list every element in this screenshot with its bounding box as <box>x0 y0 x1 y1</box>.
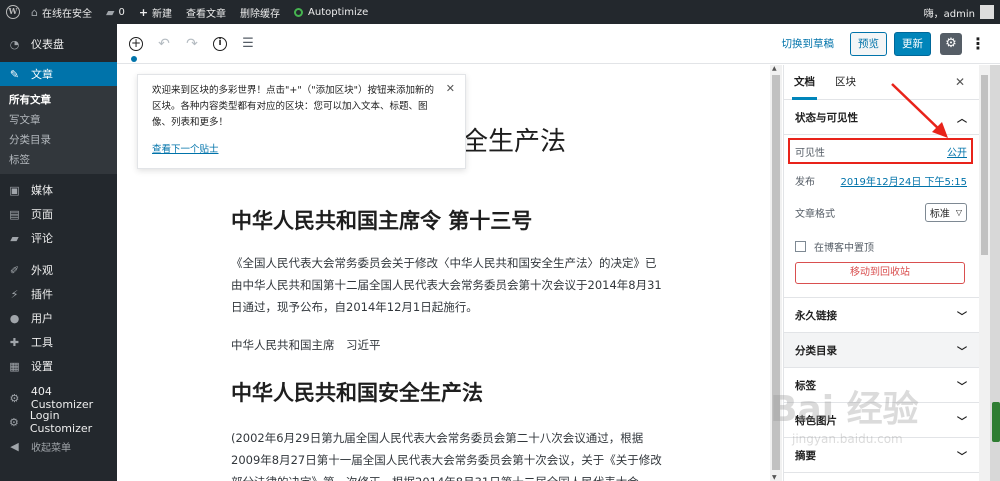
outline-button[interactable]: ☰ <box>236 32 260 56</box>
posts-submenu: 所有文章 写文章 分类目录 标签 <box>0 86 117 174</box>
scroll-up-icon[interactable]: ▲ <box>772 65 777 72</box>
menu-404-customizer[interactable]: ⚙ 404 Customizer <box>0 385 117 411</box>
list-icon: ☰ <box>242 36 254 51</box>
menu-tools[interactable]: ✚ 工具 <box>0 330 117 354</box>
preview-button[interactable]: 预览 <box>850 31 887 56</box>
chevron-down-icon: ﹀ <box>957 346 967 358</box>
watermark-url: jingyan.baidu.com <box>792 432 903 446</box>
more-menu-icon[interactable]: ⋮ <box>970 34 986 53</box>
redo-button[interactable]: ↷ <box>180 32 204 56</box>
add-block-button[interactable]: + <box>124 32 148 56</box>
plus-circle-icon: + <box>129 35 143 51</box>
gear-icon: ⚙ <box>9 391 20 405</box>
wordpress-logo-icon[interactable]: W <box>2 0 24 24</box>
menu-login-customizer[interactable]: ⚙ Login Customizer <box>0 409 117 435</box>
plugin-icon: ⚡ <box>10 287 19 301</box>
menu-settings[interactable]: ▦ 设置 <box>0 354 117 378</box>
avatar <box>980 5 994 19</box>
switch-to-draft-link[interactable]: 切换到草稿 <box>782 36 835 51</box>
publish-row: 发布 2019年12月24日 下午5:15 <box>795 173 967 188</box>
brush-icon: ✐ <box>9 263 20 277</box>
sticky-checkbox[interactable] <box>795 241 806 252</box>
comments-link[interactable]: ▰ 0 <box>99 0 132 24</box>
undo-icon: ↶ <box>158 35 170 52</box>
menu-comments[interactable]: ▰ 评论 <box>0 226 117 250</box>
chevron-down-icon: ▽ <box>955 208 962 217</box>
tip-text: 欢迎来到区块的多彩世界！点击"+"（"添加区块"）按钮来添加新的区块。各种内容类… <box>152 85 434 128</box>
new-content-link[interactable]: + 新建 <box>132 0 179 24</box>
move-to-trash-button[interactable]: 移动到回收站 <box>795 262 965 284</box>
home-icon: ⌂ <box>31 5 38 19</box>
sidebar-scrollbar[interactable] <box>979 65 990 481</box>
panel-categories[interactable]: 分类目录 ﹀ <box>784 333 979 368</box>
format-row: 文章格式 标准 ▽ <box>795 203 967 222</box>
paragraph-block[interactable]: 《全国人民代表大会常务委员会关于修改〈中华人民共和国安全生产法〉的决定》已由中华… <box>231 252 663 318</box>
undo-button[interactable]: ↶ <box>152 32 176 56</box>
admin-bar: W ⌂ 在线在安全 ▰ 0 + 新建 查看文章 删除缓存 Autoptimize 嗨，… <box>0 0 1000 24</box>
redo-icon: ↷ <box>186 35 198 52</box>
next-tip-link[interactable]: 查看下一个贴士 <box>152 141 219 155</box>
submenu-categories[interactable]: 分类目录 <box>0 130 117 150</box>
collapse-icon: ◀ <box>10 439 19 453</box>
dashboard-icon: ◔ <box>9 37 20 51</box>
menu-users[interactable]: ● 用户 <box>0 306 117 330</box>
chevron-down-icon: ﹀ <box>957 311 967 323</box>
gear-icon: ⚙ <box>945 36 957 51</box>
submenu-tags[interactable]: 标签 <box>0 150 117 170</box>
submenu-write[interactable]: 写文章 <box>0 110 117 130</box>
editor-toolbar: + ↶ ↷ i ☰ 切换到草稿 预览 更新 ⚙ ⋮ <box>117 24 1000 64</box>
settings-toggle-button[interactable]: ⚙ <box>940 32 962 55</box>
publish-date-toggle[interactable]: 2019年12月24日 下午5:15 <box>840 173 967 188</box>
update-button[interactable]: 更新 <box>894 31 931 56</box>
menu-pages[interactable]: ▤ 页面 <box>0 202 117 226</box>
gear-icon: ⚙ <box>9 415 19 429</box>
paragraph-block[interactable]: (2002年6月29日第九届全国人民代表大会常务委员会第二十八次会议通过，根据2… <box>231 427 663 481</box>
heading-block[interactable]: 中华人民共和国安全生产法 <box>231 377 483 407</box>
media-icon: ▣ <box>9 183 20 197</box>
post-title[interactable]: 全生产法 <box>462 121 566 158</box>
clear-cache-link[interactable]: 删除缓存 <box>233 0 287 24</box>
settings-icon: ▦ <box>9 359 20 373</box>
indicator-dot <box>131 56 137 62</box>
status-dot-icon <box>294 7 304 17</box>
menu-appearance[interactable]: ✐ 外观 <box>0 258 117 282</box>
menu-plugins[interactable]: ⚡ 插件 <box>0 282 117 306</box>
comment-icon: ▰ <box>105 5 115 19</box>
account-menu[interactable]: 嗨，admin <box>917 0 1000 24</box>
collapse-menu-button[interactable]: ◀ 收起菜单 <box>0 434 117 458</box>
annotation-arrow <box>891 83 948 138</box>
tab-block[interactable]: 区块 <box>825 65 866 100</box>
site-name-link[interactable]: ⌂ 在线在安全 <box>24 0 99 24</box>
autoptimize-link[interactable]: Autoptimize <box>287 0 375 24</box>
watermark-logo: Bai 经验 jingyan.baidu.com <box>770 370 980 460</box>
wrench-icon: ✚ <box>9 335 20 349</box>
info-icon: i <box>213 36 227 51</box>
paragraph-block[interactable]: 中华人民共和国主席 习近平 <box>231 334 663 356</box>
comment-icon: ▰ <box>10 231 19 245</box>
sticky-row: 在博客中置顶 <box>795 239 967 254</box>
user-icon: ● <box>9 311 20 325</box>
submenu-all-posts[interactable]: 所有文章 <box>0 90 117 110</box>
post-format-select[interactable]: 标准 ▽ <box>924 203 967 222</box>
pin-icon: ✎ <box>9 67 20 81</box>
info-button[interactable]: i <box>208 32 232 56</box>
watermark-text: Bai 经验 <box>770 389 919 430</box>
scroll-down-icon[interactable]: ▼ <box>772 474 777 481</box>
menu-dashboard[interactable]: ◔ 仪表盘 <box>0 32 117 56</box>
plus-icon: + <box>138 5 149 19</box>
arrow-shaft <box>891 83 943 133</box>
tab-document[interactable]: 文档 <box>784 65 825 100</box>
scrollbar-thumb[interactable] <box>981 75 988 255</box>
panel-permalink[interactable]: 永久链接 ﹀ <box>784 298 979 333</box>
menu-posts[interactable]: ✎ 文章 <box>0 62 117 86</box>
status-panel-body: 可见性 公开 发布 2019年12月24日 下午5:15 文章格式 标准 ▽ 在博客中置… <box>784 135 979 298</box>
close-icon[interactable]: ✕ <box>446 82 455 95</box>
page-icon: ▤ <box>9 207 20 221</box>
heading-block[interactable]: 中华人民共和国主席令 第十三号 <box>231 205 532 235</box>
side-widget-tab[interactable] <box>992 402 1000 442</box>
tip-popover: 欢迎来到区块的多彩世界！点击"+"（"添加区块"）按钮来添加新的区块。各种内容类… <box>137 74 466 169</box>
menu-media[interactable]: ▣ 媒体 <box>0 178 117 202</box>
view-post-link[interactable]: 查看文章 <box>179 0 233 24</box>
admin-sidebar: ◔ 仪表盘 ✎ 文章 所有文章 写文章 分类目录 标签 ▣ 媒体 ▤ 页面 ▰ 评论 ✐ 外… <box>0 24 117 481</box>
